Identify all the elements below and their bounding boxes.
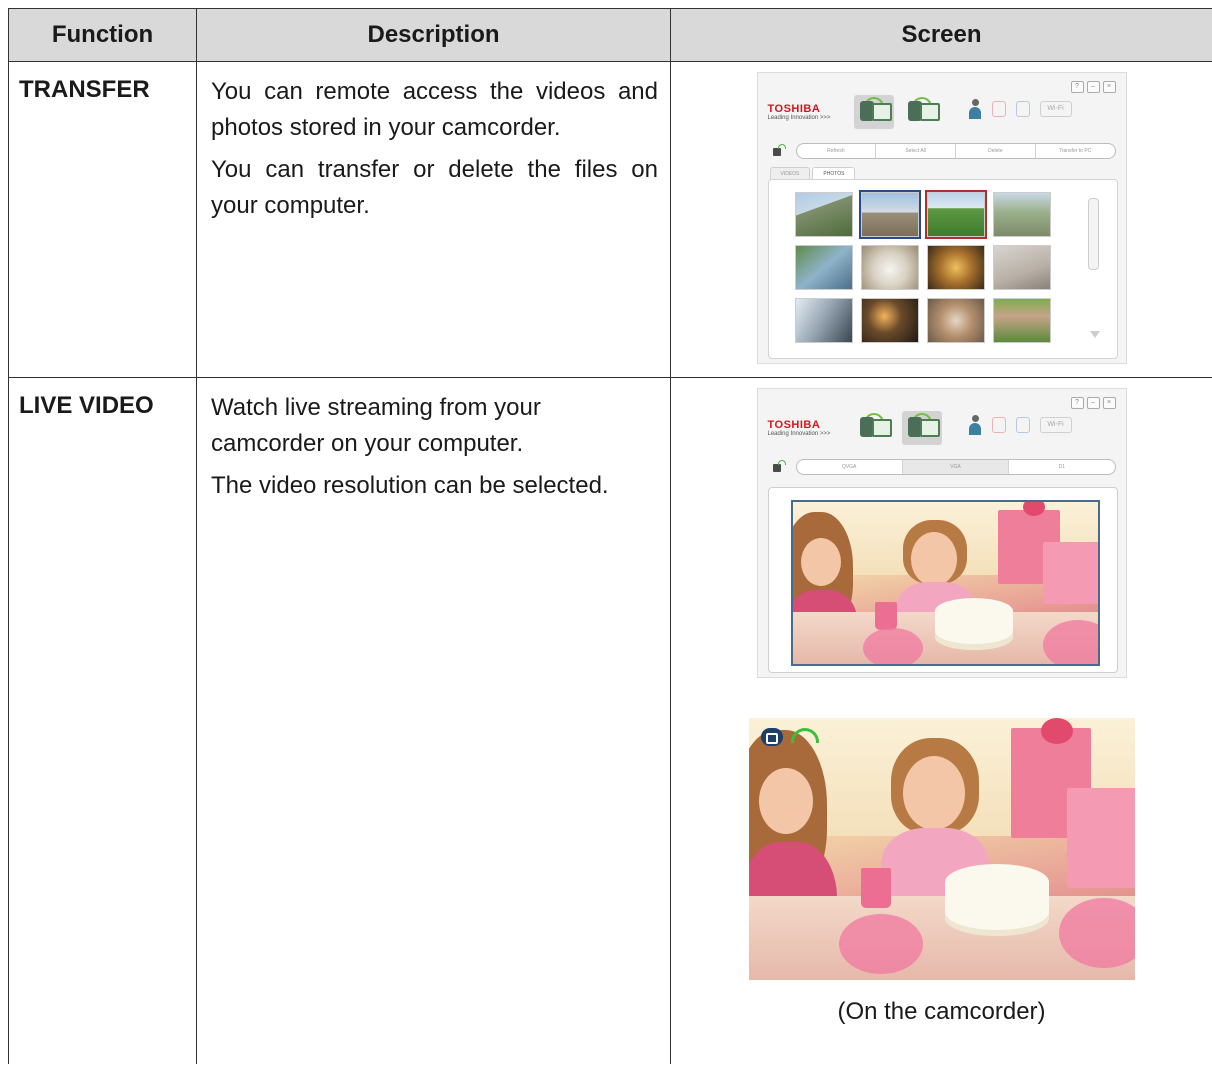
resolution-toolbar: QVGA VGA D1: [772, 459, 1116, 475]
toshiba-logo: TOSHIBA: [767, 103, 821, 115]
transfer-mode-icon: [854, 411, 894, 445]
resolution-option-d1: D1: [1058, 464, 1066, 470]
wifi-badge: Wi-Fi: [1039, 417, 1072, 433]
live-video-app-screenshot: ? – × TOSHIBA Leading Innovation >>> Wi-…: [756, 388, 1127, 678]
refresh-action: Refresh: [797, 144, 877, 158]
function-name: TRANSFER: [8, 61, 197, 378]
window-controls: ? – ×: [1070, 397, 1116, 409]
brand: TOSHIBA Leading Innovation >>>: [768, 419, 831, 437]
select-all-action: Select All: [876, 144, 956, 158]
storage-icon: [1015, 417, 1030, 433]
function-description: Watch live streaming from your camcorder…: [196, 377, 671, 1064]
description-paragraph: Watch live streaming from your camcorder…: [211, 394, 541, 457]
resolution-option-vga: VGA: [902, 460, 1010, 474]
transfer-mode-icon: [853, 95, 894, 129]
photo-thumbnail: [794, 192, 853, 237]
camcorder-screen: [748, 718, 1135, 980]
storage-icon: [1015, 101, 1030, 117]
live-video-panel: [767, 487, 1118, 673]
description-paragraph: You can remote access the videos and pho…: [211, 78, 658, 141]
screen-caption: (On the camcorder): [837, 998, 1046, 1025]
screen-cell: ? – × TOSHIBA Leading Innovation >>> Wi-…: [670, 377, 1212, 1064]
photo-thumbnail: [860, 245, 919, 290]
photo-thumbnail: [992, 245, 1051, 290]
camera-connection-icon: [772, 144, 786, 158]
screen-cell: ? – × TOSHIBA Leading Innovation >>> Wi-…: [670, 61, 1212, 378]
record-icon: [991, 417, 1006, 433]
photo-thumbnail: [794, 298, 853, 343]
record-icon: [991, 101, 1006, 117]
header-description: Description: [196, 8, 671, 62]
account-icon: [968, 415, 982, 435]
photo-thumbnail: [926, 245, 985, 290]
help-icon: ?: [1070, 81, 1084, 93]
photo-thumbnail: [924, 190, 987, 239]
minimize-icon: –: [1086, 81, 1100, 93]
table-row-live-video: LIVE VIDEO Watch live streaming from you…: [8, 377, 1212, 1064]
photo-thumbnail: [992, 192, 1051, 237]
resolution-option-qvga: QVGA: [797, 460, 903, 474]
photo-thumbnails: [794, 190, 1051, 343]
photo-grid-panel: [767, 179, 1118, 359]
live-video-frame: [790, 500, 1100, 666]
action-toolbar: Refresh Select All Delete Transfer to PC: [772, 143, 1116, 159]
mode-buttons: [853, 95, 942, 129]
photo-thumbnail: [992, 298, 1051, 343]
delete-action: Delete: [956, 144, 1036, 158]
photo-thumbnail: [860, 298, 919, 343]
header-function: Function: [8, 8, 197, 62]
function-description: You can remote access the videos and pho…: [196, 61, 671, 378]
close-icon: ×: [1102, 397, 1116, 409]
birthday-party-image: [792, 502, 1098, 664]
scroll-down-icon: [1089, 331, 1100, 338]
wifi-badge: Wi-Fi: [1039, 101, 1072, 117]
function-name: LIVE VIDEO: [8, 377, 197, 1064]
brand: TOSHIBA Leading Innovation >>>: [768, 103, 831, 121]
brand-tagline: Leading Innovation >>>: [767, 431, 831, 437]
function-table: Function Description Screen TRANSFER You…: [8, 8, 1212, 1064]
extra-icons: Wi-Fi: [968, 415, 1072, 435]
live-video-mode-icon: [902, 95, 942, 129]
table-row-transfer: TRANSFER You can remote access the video…: [8, 61, 1212, 378]
extra-icons: Wi-Fi: [968, 99, 1072, 119]
close-icon: ×: [1102, 81, 1116, 93]
transfer-app-screenshot: ? – × TOSHIBA Leading Innovation >>> Wi-…: [756, 72, 1127, 364]
help-icon: ?: [1070, 397, 1084, 409]
header-screen: Screen: [670, 8, 1212, 62]
video-mode-icon: [760, 728, 783, 746]
brand-tagline: Leading Innovation >>>: [767, 115, 831, 121]
scrollbar: [1087, 198, 1099, 270]
description-paragraph: The video resolution can be selected.: [211, 472, 609, 499]
table-header-row: Function Description Screen: [8, 8, 1212, 62]
photo-thumbnail: [926, 298, 985, 343]
resolution-segmented-control: QVGA VGA D1: [795, 459, 1116, 475]
account-icon: [968, 99, 982, 119]
minimize-icon: –: [1086, 397, 1100, 409]
live-video-mode-icon: [901, 411, 942, 445]
photo-thumbnail: [794, 245, 853, 290]
mode-buttons: [854, 411, 942, 445]
description-paragraph: You can transfer or delete the files on …: [211, 156, 658, 219]
toshiba-logo: TOSHIBA: [767, 419, 821, 431]
action-segmented-control: Refresh Select All Delete Transfer to PC: [795, 143, 1116, 159]
transfer-to-pc-action: Transfer to PC: [1058, 148, 1092, 154]
photo-thumbnail: [858, 190, 921, 239]
camera-connection-icon: [772, 460, 786, 474]
birthday-party-image: [748, 718, 1135, 980]
window-controls: ? – ×: [1070, 81, 1116, 93]
